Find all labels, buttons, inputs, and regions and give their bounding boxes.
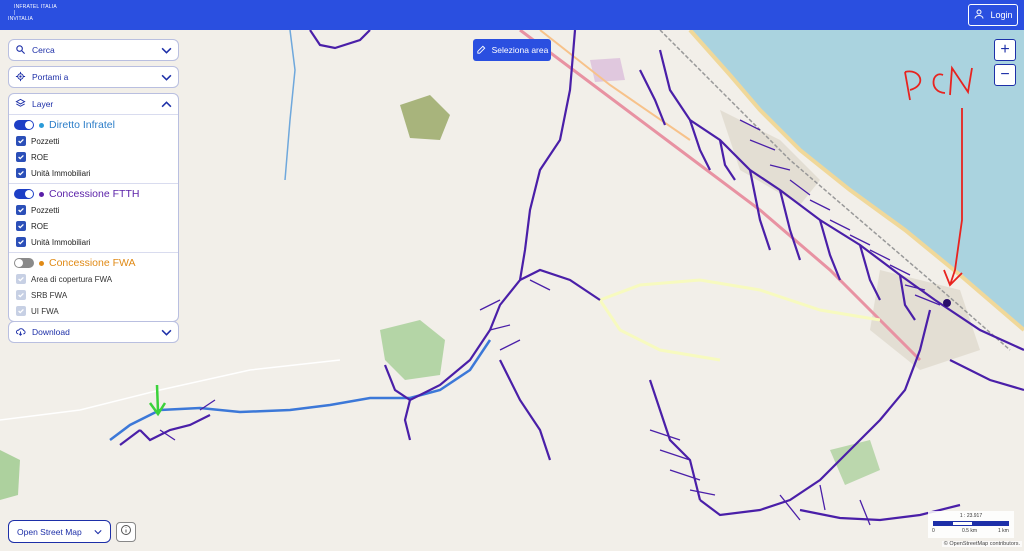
info-icon — [120, 523, 132, 541]
scale-label-half: 0.5 km — [962, 528, 978, 534]
goto-header[interactable]: Portami a — [9, 67, 178, 87]
section-title: Concessione FWA — [49, 257, 136, 269]
search-icon — [15, 44, 26, 57]
concessione-fwa-dot — [39, 260, 44, 266]
select-area-label: Seleziona area — [491, 45, 549, 55]
item-label: Unità Immobiliari — [31, 168, 91, 178]
map-attribution[interactable]: © OpenStreetMap contributors. — [941, 541, 1022, 547]
cloud-download-icon — [15, 326, 26, 339]
layer-section-concessione-fwa: Concessione FWA Area di copertura FWA SR… — [9, 253, 178, 321]
info-button[interactable] — [116, 522, 136, 542]
chevron-down-icon — [161, 74, 172, 81]
scale-label-0: 0 — [932, 528, 935, 534]
top-bar: INFRATEL ITALIA | INVITALIA Login — [0, 0, 1024, 30]
diretto-infratel-toggle[interactable] — [14, 120, 34, 130]
goto-label: Portami a — [32, 72, 69, 82]
diretto-infratel-dot — [39, 122, 44, 128]
park-area — [590, 58, 625, 82]
concessione-fwa-toggle[interactable] — [14, 258, 34, 268]
item-label: Pozzetti — [31, 205, 60, 215]
chevron-down-icon — [94, 529, 102, 534]
layers-icon — [15, 98, 26, 111]
layer-label: Layer — [32, 99, 54, 109]
download-header[interactable]: Download — [9, 322, 178, 342]
park-area — [400, 95, 450, 140]
download-label: Download — [32, 327, 70, 337]
concessione-ftth-toggle[interactable] — [14, 189, 34, 199]
layer-header[interactable]: Layer — [9, 94, 178, 114]
user-icon — [973, 8, 985, 22]
river — [284, 30, 296, 181]
zoom-in-button[interactable]: + — [994, 39, 1016, 61]
pcn-marker — [943, 299, 951, 307]
section-title: Concessione FTTH — [49, 188, 140, 200]
layer-section-diretto-infratel: Diretto Infratel Pozzetti ROE Unità Immo… — [9, 115, 178, 184]
checkbox-unita-immobiliari[interactable] — [16, 237, 26, 247]
item-label: Pozzetti — [31, 136, 60, 146]
section-title: Diretto Infratel — [49, 119, 115, 131]
park-area — [0, 450, 20, 500]
item-label: SRB FWA — [31, 290, 68, 300]
search-label: Cerca — [32, 45, 55, 55]
item-label: ROE — [31, 221, 49, 231]
basemap-label: Open Street Map — [17, 526, 82, 537]
pencil-icon — [476, 44, 487, 57]
checkbox-area-copertura-fwa[interactable] — [16, 274, 26, 284]
park-area — [380, 320, 445, 380]
scale-segment — [972, 522, 1009, 525]
search-header[interactable]: Cerca — [9, 40, 178, 60]
scale-bar — [933, 521, 1009, 526]
checkbox-ui-fwa[interactable] — [16, 306, 26, 316]
logo-text-invitalia: INVITALIA — [8, 16, 34, 22]
crosshair-icon — [15, 71, 26, 84]
concessione-ftth-dot — [39, 191, 44, 197]
checkbox-roe[interactable] — [16, 152, 26, 162]
select-area-button[interactable]: Seleziona area — [473, 39, 551, 61]
download-widget[interactable]: Download — [8, 321, 179, 343]
layer-widget: Layer Diretto Infratel Pozzetti ROE Unit… — [8, 93, 179, 322]
scale-segment — [934, 522, 953, 525]
map-scale: 1 : 23.917 0 0.5 km 1 km — [928, 511, 1014, 538]
item-label: Area di copertura FWA — [31, 274, 113, 284]
scale-label-1km: 1 km — [998, 528, 1009, 534]
item-label: ROE — [31, 152, 49, 162]
layer-list: Diretto Infratel Pozzetti ROE Unità Immo… — [9, 114, 178, 321]
checkbox-pozzetti[interactable] — [16, 205, 26, 215]
goto-widget[interactable]: Portami a — [8, 66, 179, 88]
zoom-out-button[interactable]: − — [994, 64, 1016, 86]
login-button[interactable]: Login — [968, 4, 1018, 26]
login-label: Login — [990, 10, 1013, 20]
item-label: UI FWA — [31, 306, 59, 316]
ftth-network-detail — [159, 119, 941, 526]
item-label: Unità Immobiliari — [31, 237, 91, 247]
chevron-down-icon — [161, 329, 172, 336]
road — [598, 299, 721, 362]
infratel-logo[interactable]: INFRATEL ITALIA | INVITALIA — [8, 4, 57, 22]
chevron-up-icon — [161, 100, 172, 107]
layer-section-concessione-ftth: Concessione FTTH Pozzetti ROE Unità Immo… — [9, 184, 178, 253]
basemap-select[interactable]: Open Street Map — [8, 520, 111, 543]
checkbox-pozzetti[interactable] — [16, 136, 26, 146]
search-widget[interactable]: Cerca — [8, 39, 179, 61]
scale-ratio: 1 : 23.917 — [959, 513, 983, 519]
checkbox-roe[interactable] — [16, 221, 26, 231]
chevron-down-icon — [161, 47, 172, 54]
checkbox-srb-fwa[interactable] — [16, 290, 26, 300]
road — [599, 278, 881, 322]
checkbox-unita-immobiliari[interactable] — [16, 168, 26, 178]
